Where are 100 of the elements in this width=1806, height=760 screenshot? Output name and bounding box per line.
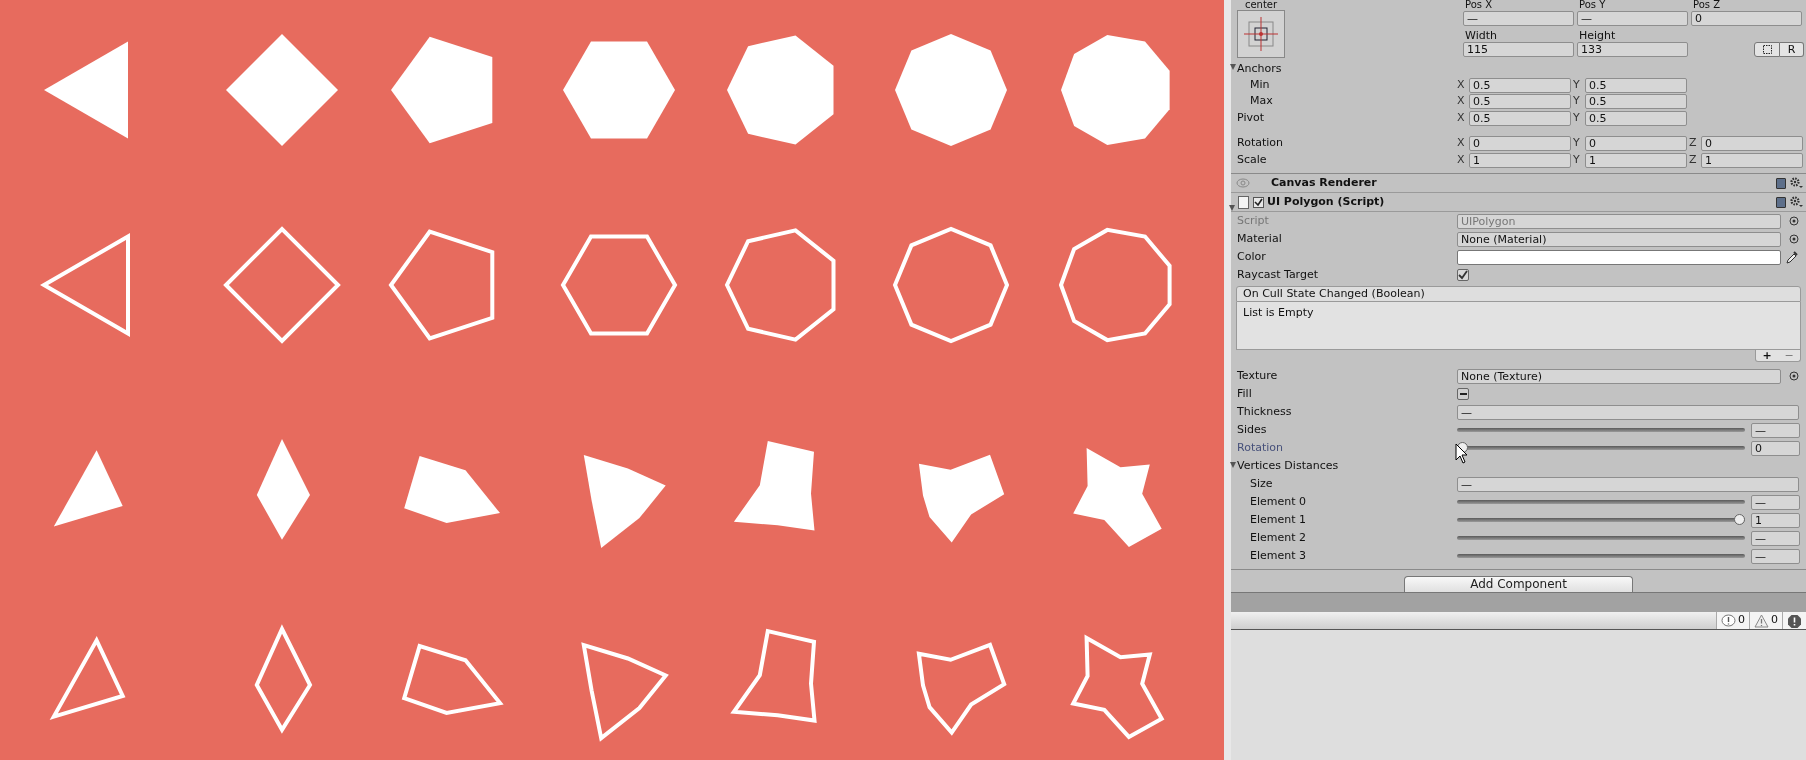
slider-thumb[interactable] (1734, 514, 1745, 525)
input-field[interactable]: 1 (1585, 153, 1687, 168)
add-component-button[interactable]: Add Component (1404, 576, 1633, 592)
field-label: Size (1250, 476, 1273, 490)
input-field[interactable]: — (1463, 11, 1574, 26)
axis-label: X (1457, 76, 1466, 93)
axis-label: Y (1573, 135, 1581, 152)
info-icon[interactable] (1721, 613, 1736, 628)
object-picker-icon[interactable] (1789, 371, 1799, 381)
input-field[interactable]: — (1751, 422, 1800, 438)
axis-label: Y (1573, 152, 1581, 169)
dotted-square-icon (1762, 45, 1772, 54)
script-file-icon (1238, 195, 1249, 209)
axis-label: Z (1689, 135, 1698, 152)
input-field[interactable]: 115 (1463, 42, 1574, 57)
input-field[interactable]: 0 (1751, 440, 1800, 456)
foldout-label[interactable]: Anchors (1237, 61, 1282, 75)
axis-label: Y (1573, 92, 1581, 109)
field-label: Pos Y (1578, 0, 1607, 11)
input-field[interactable]: 0.5 (1469, 110, 1571, 126)
checkbox[interactable] (1457, 269, 1469, 281)
error-icon[interactable] (1787, 613, 1802, 628)
eyedropper-icon[interactable] (1786, 250, 1798, 264)
axis-label: Y (1573, 76, 1581, 93)
slider-track[interactable] (1457, 536, 1745, 540)
input-field[interactable]: — (1751, 530, 1800, 546)
input-field[interactable]: 0.5 (1469, 93, 1571, 109)
input-field[interactable]: 0 (1469, 136, 1571, 151)
field-label: Texture (1237, 368, 1278, 382)
foldout-arrow-icon[interactable] (1230, 63, 1236, 70)
color-field[interactable] (1457, 249, 1781, 265)
message-count: 0 (1771, 612, 1778, 629)
input-field[interactable]: — (1457, 476, 1799, 492)
axis-label: X (1457, 152, 1466, 169)
input-field[interactable]: 1 (1701, 153, 1803, 168)
field-label: Max (1250, 93, 1273, 107)
anchor-preset-button[interactable] (1237, 10, 1285, 58)
preset-label: center (1243, 0, 1279, 10)
eye-icon (1236, 178, 1250, 188)
axis-label: Z (1689, 152, 1698, 169)
field-label: Sides (1237, 422, 1267, 436)
field-label: Script (1237, 213, 1269, 227)
slider-track[interactable] (1457, 500, 1745, 504)
component-title: UI Polygon (Script) (1267, 193, 1385, 210)
field-label: Pos X (1464, 0, 1494, 11)
input-field[interactable]: 0 (1691, 11, 1802, 26)
field-label: Raycast Target (1237, 267, 1318, 281)
axis-label: X (1457, 109, 1466, 126)
input-field[interactable]: 1 (1469, 153, 1571, 168)
field-label: Pos Z (1692, 0, 1722, 11)
axis-label: Y (1573, 109, 1581, 126)
raw-edit-button[interactable]: R (1780, 42, 1804, 57)
object-field[interactable]: None (Material) (1457, 231, 1781, 247)
remove-button[interactable]: − (1778, 350, 1800, 361)
checkbox[interactable] (1457, 388, 1469, 400)
event-header: On Cull State Changed (Boolean) (1236, 286, 1801, 302)
input-field[interactable]: — (1577, 11, 1688, 26)
field-label: Element 1 (1250, 512, 1307, 526)
add-button[interactable]: + (1756, 350, 1778, 361)
field-label: Rotation (1237, 440, 1283, 454)
warning-icon[interactable] (1754, 613, 1769, 628)
axis-label: X (1457, 135, 1466, 152)
component-title: Canvas Renderer (1271, 174, 1377, 191)
event-list: List is Empty (1236, 302, 1801, 350)
input-field[interactable]: — (1457, 404, 1799, 420)
blueprint-mode-button[interactable] (1754, 42, 1780, 57)
slider-track[interactable] (1457, 428, 1745, 432)
foldout-label[interactable]: Vertices Distances (1237, 458, 1339, 472)
input-field[interactable]: 1 (1751, 512, 1800, 528)
gear-icon[interactable] (1790, 196, 1803, 208)
object-field[interactable]: None (Texture) (1457, 368, 1781, 384)
field-label: Element 0 (1250, 494, 1307, 508)
field-label: Scale (1237, 153, 1267, 167)
field-label: Min (1250, 77, 1270, 91)
field-label: Element 3 (1250, 548, 1307, 562)
input-field[interactable]: 0.5 (1469, 77, 1571, 93)
axis-label: X (1457, 92, 1466, 109)
field-label: Rotation (1237, 136, 1283, 150)
input-field[interactable]: 0.5 (1585, 93, 1687, 109)
input-field[interactable]: 0.5 (1585, 77, 1687, 93)
field-label: Element 2 (1250, 530, 1307, 544)
input-field[interactable]: 0 (1701, 136, 1803, 151)
enabled-checkbox[interactable] (1253, 196, 1264, 208)
gear-icon[interactable] (1790, 177, 1803, 189)
cursor-icon (1455, 443, 1469, 465)
input-field[interactable]: — (1751, 494, 1800, 510)
field-label: Color (1237, 249, 1266, 263)
input-field[interactable]: 133 (1577, 42, 1688, 57)
field-label: Material (1237, 231, 1282, 245)
field-label: Thickness (1237, 404, 1292, 418)
foldout-arrow-icon[interactable] (1230, 461, 1236, 468)
input-field[interactable]: 0.5 (1585, 110, 1687, 126)
field-label: Fill (1237, 386, 1252, 400)
slider-track[interactable] (1457, 554, 1745, 558)
input-field[interactable]: 0 (1585, 136, 1687, 151)
input-field[interactable]: — (1751, 548, 1800, 564)
field-label: Height (1578, 29, 1617, 42)
field-label: Width (1464, 29, 1498, 42)
field-label: Pivot (1237, 110, 1264, 124)
foldout-arrow-icon[interactable] (1229, 205, 1235, 211)
